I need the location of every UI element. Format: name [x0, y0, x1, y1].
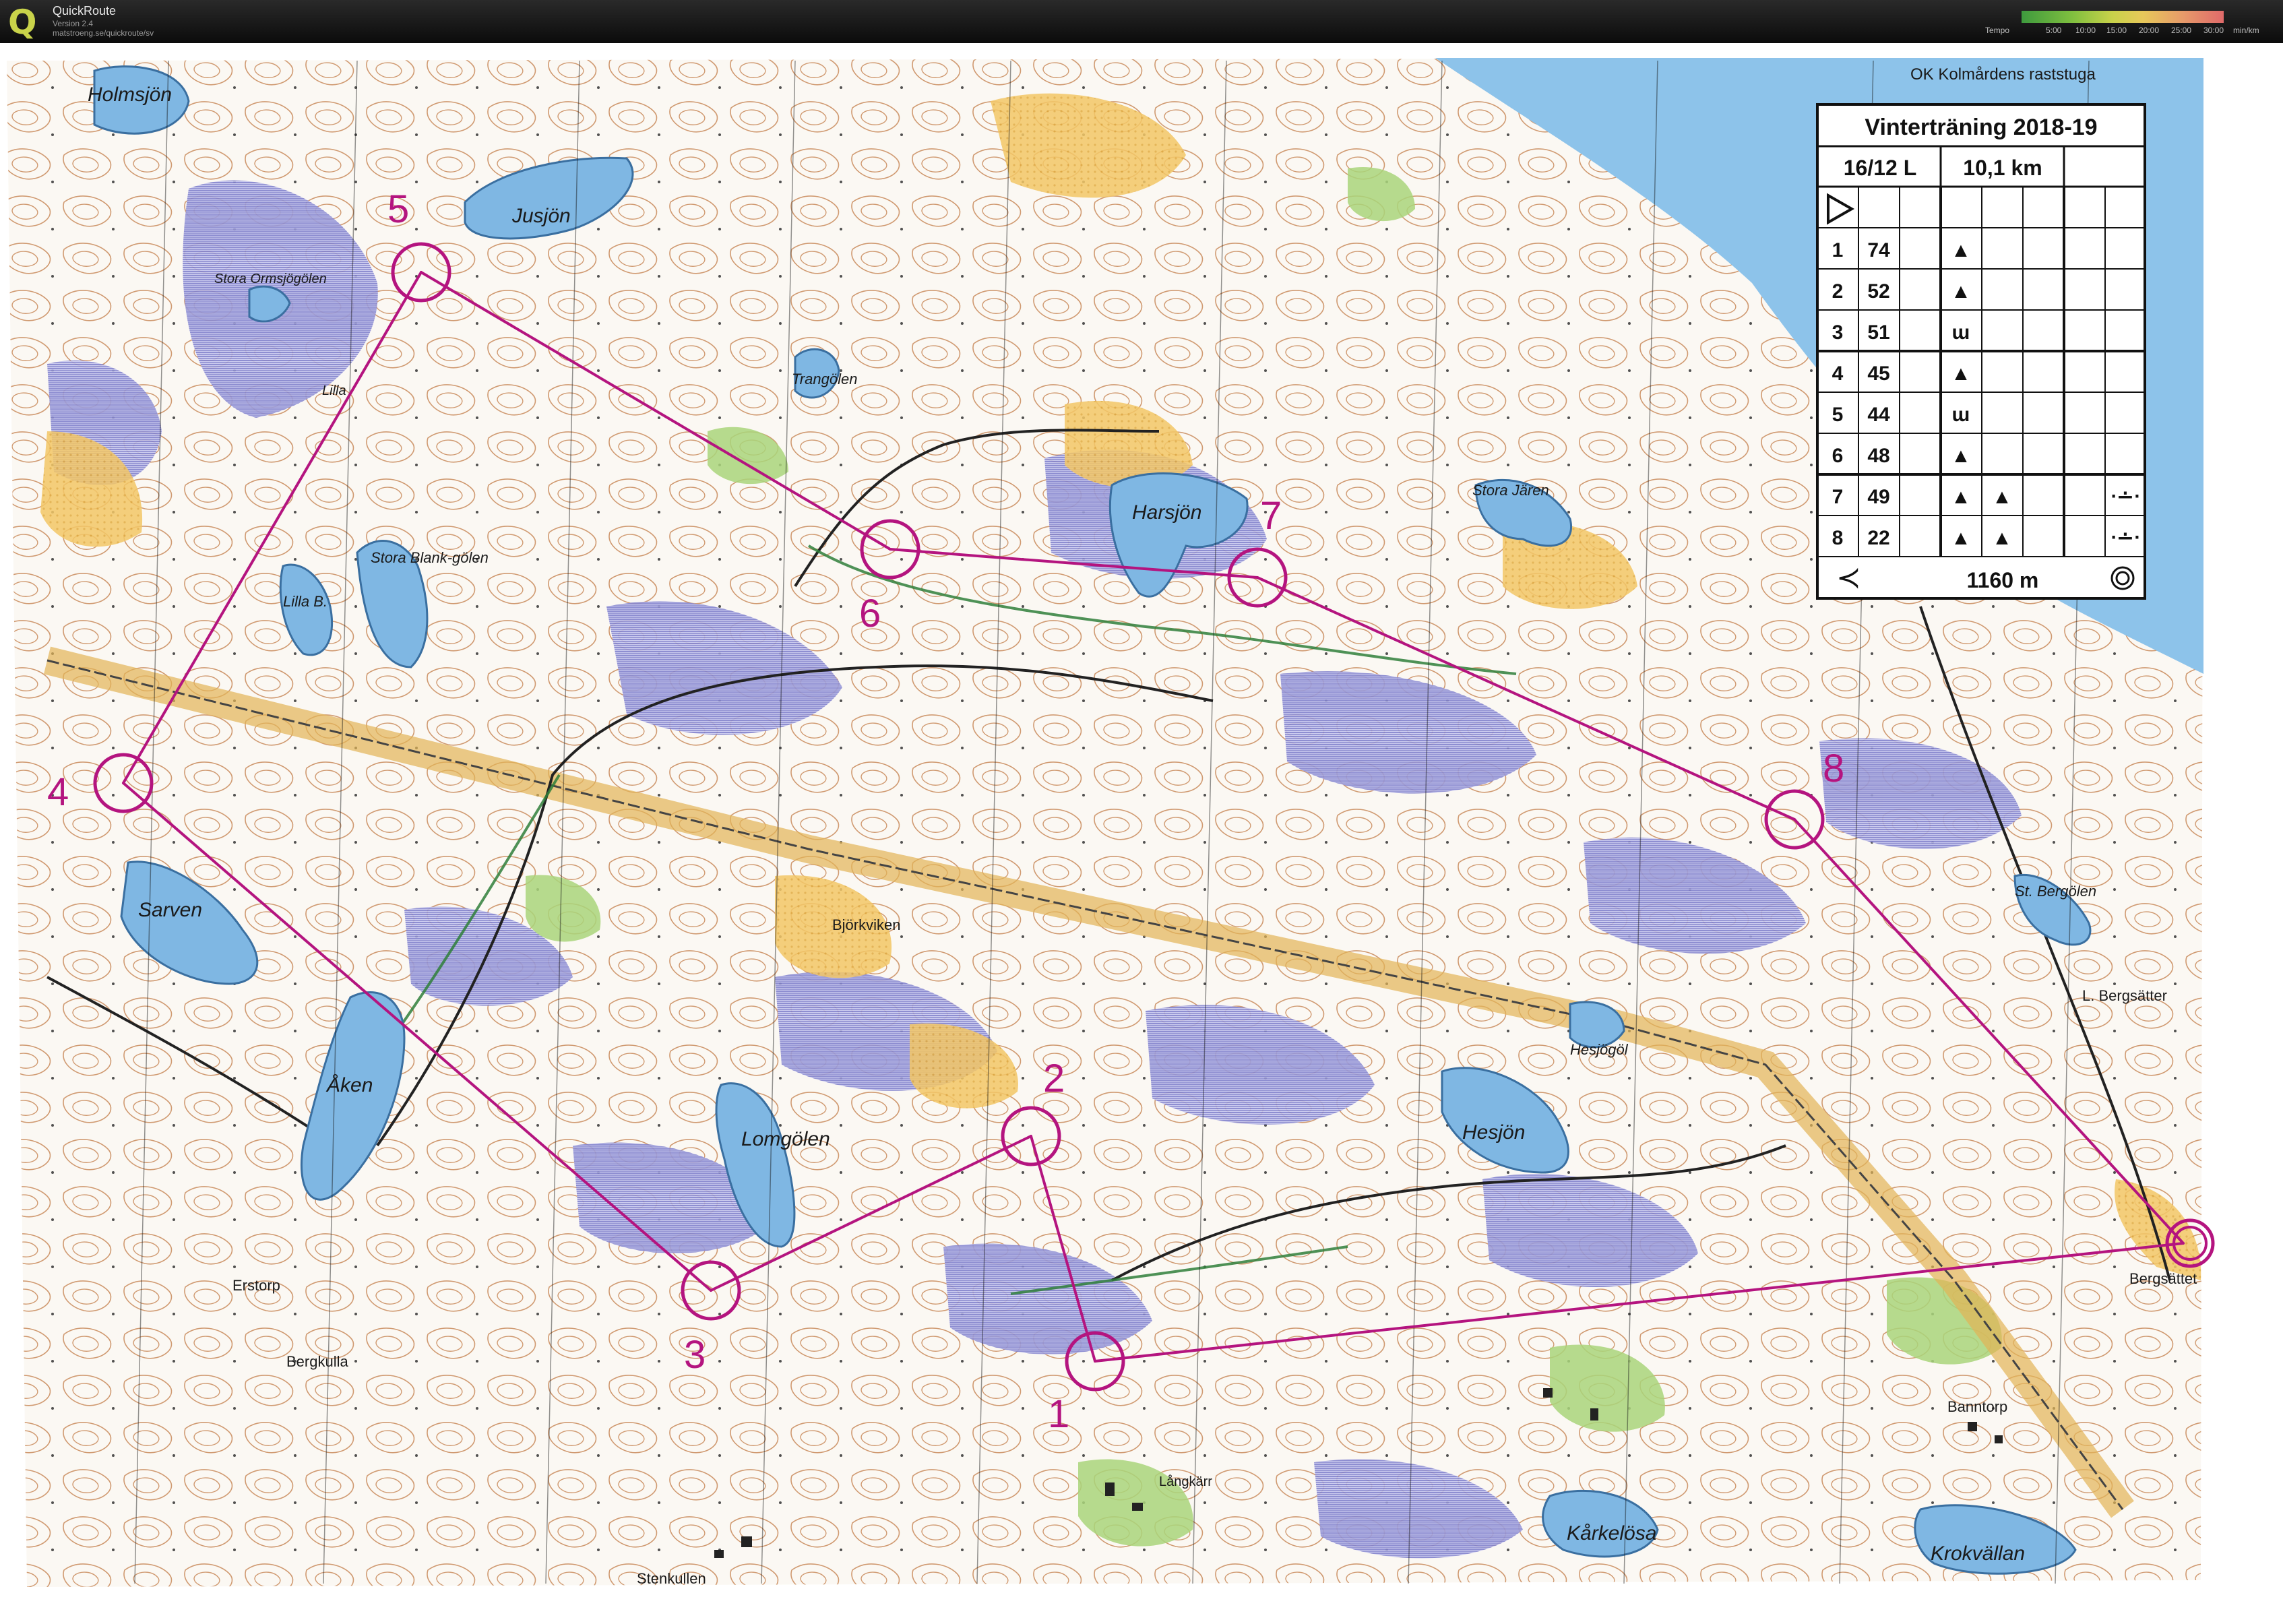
control-row-code: 44	[1867, 404, 1890, 426]
control-row-number: 4	[1832, 363, 1844, 385]
control-row-feature: ▲	[1992, 486, 2012, 508]
app-title: QuickRoute	[53, 4, 117, 18]
control-number-3: 3	[684, 1333, 706, 1377]
place-name: Harsjön	[1132, 501, 1201, 524]
control-row-number: 5	[1832, 404, 1844, 426]
place-name: Bergsättet	[2129, 1270, 2197, 1287]
place-name: Krokvällan	[1931, 1542, 2025, 1565]
orienteering-map: 1 2 3 4 5 6 7 8 Holmsjön Jusjön Stora Or…	[0, 43, 2283, 1621]
tempo-tick: 30:00	[2203, 26, 2224, 35]
place-name: Sarven	[138, 899, 202, 921]
place-name: Hesjön	[1462, 1121, 1525, 1144]
place-name: L. Bergsätter	[2082, 987, 2167, 1004]
control-row-feature: ▲	[1951, 363, 1971, 385]
place-name: Banntorp	[1947, 1398, 2007, 1415]
tempo-tick: 10:00	[2075, 26, 2096, 35]
place-name: Åken	[325, 1074, 373, 1096]
control-number-4: 4	[47, 770, 69, 814]
control-row-number: 2	[1832, 280, 1844, 303]
card-title: Vinterträning 2018-19	[1865, 115, 2097, 140]
control-row-feature: ▲	[1951, 280, 1971, 303]
tempo-tick: 20:00	[2139, 26, 2160, 35]
map-viewport[interactable]: 1 2 3 4 5 6 7 8 Holmsjön Jusjön Stora Or…	[0, 43, 2283, 1621]
control-row-code: 45	[1867, 363, 1889, 385]
control-number-8: 8	[1823, 747, 1844, 790]
place-name: Erstorp	[232, 1277, 280, 1294]
card-date-class: 16/12 L	[1844, 156, 1917, 180]
control-row-code: 22	[1867, 527, 1889, 549]
place-name: St. Bergölen	[2015, 883, 2096, 900]
finish-start-icon: ≺	[1836, 561, 1861, 594]
control-row-feature: ▲	[1951, 527, 1971, 549]
app-version: Version 2.4	[53, 19, 94, 28]
control-row-feature: ɯ	[1952, 404, 1970, 426]
place-name: Holmsjön	[88, 84, 172, 106]
place-name: OK Kolmårdens raststuga	[1910, 65, 2096, 84]
control-row-other: ⋅∸⋅	[2110, 527, 2140, 549]
place-name: Hesjögöl	[1570, 1041, 1629, 1058]
quickroute-logo-icon: Q	[8, 3, 37, 42]
control-row-code: 74	[1867, 239, 1890, 261]
place-name: Stora Blank-gölen	[371, 549, 489, 566]
control-row-feature: ▲	[1951, 486, 1971, 508]
control-row-feature: ▲	[1992, 527, 2012, 549]
tempo-tick: 25:00	[2171, 26, 2192, 35]
place-name: Stora Jären	[1472, 482, 1549, 499]
place-name: Lilla B.	[283, 593, 327, 610]
place-name: Bergkulla	[286, 1353, 348, 1370]
tempo-tick: 5:00	[2046, 26, 2062, 35]
place-name: Jusjön	[511, 205, 571, 227]
place-name: Lomgölen	[741, 1128, 830, 1150]
card-finish-distance: 1160 m	[1967, 568, 2039, 592]
control-row-code: 49	[1867, 486, 1889, 508]
title-bar: Q QuickRoute Version 2.4 matstroeng.se/q…	[0, 0, 2283, 43]
control-number-6: 6	[859, 592, 881, 635]
control-number-5: 5	[387, 187, 409, 231]
control-row-feature: ▲	[1951, 445, 1971, 467]
control-number-7: 7	[1260, 494, 1282, 538]
tempo-unit: min/km	[2233, 26, 2259, 35]
control-row-feature: ɯ	[1952, 321, 1970, 344]
control-row-code: 51	[1867, 321, 1889, 344]
control-row-number: 3	[1832, 321, 1844, 344]
control-row-number: 7	[1832, 486, 1844, 508]
place-name: Trangölen	[792, 371, 857, 387]
place-name: Stenkullen	[637, 1570, 706, 1587]
control-row-other: ⋅∸⋅	[2110, 486, 2140, 508]
place-name: Kårkelösa	[1567, 1522, 1656, 1544]
place-name: Långkärr	[1159, 1474, 1212, 1489]
app-url: matstroeng.se/quickroute/sv	[53, 28, 154, 38]
place-name: Lilla	[322, 383, 346, 398]
control-row-code: 52	[1867, 280, 1889, 303]
control-number-1: 1	[1048, 1392, 1069, 1436]
control-row-number: 1	[1832, 239, 1844, 261]
control-row-feature: ▲	[1951, 239, 1971, 261]
control-description-card: Vinterträning 2018-19 16/12 L 10,1 km 1 7…	[1816, 103, 2146, 600]
tempo-label: Tempo	[1985, 26, 2010, 35]
place-name: Björkviken	[832, 916, 900, 933]
control-row-number: 6	[1832, 445, 1844, 467]
tempo-tick: 15:00	[2106, 26, 2127, 35]
place-name: Stora Ormsjögölen	[214, 272, 327, 286]
control-row-number: 8	[1832, 527, 1844, 549]
control-row-code: 48	[1867, 445, 1889, 467]
card-course-length: 10,1 km	[1963, 156, 2042, 180]
tempo-color-scale	[2022, 11, 2224, 23]
control-number-2: 2	[1043, 1057, 1065, 1100]
